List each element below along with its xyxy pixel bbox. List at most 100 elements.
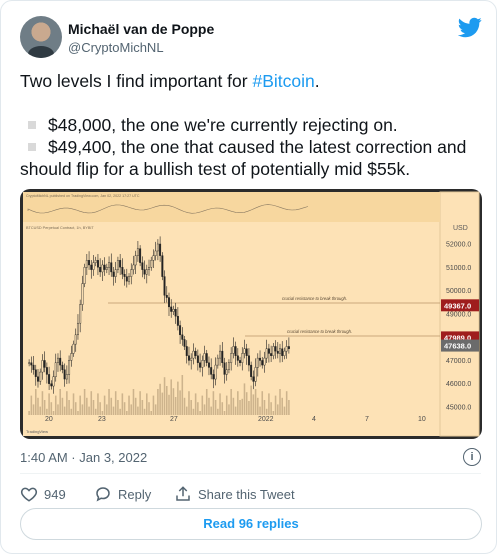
volume-bar	[28, 411, 30, 415]
volume-bar	[48, 393, 50, 415]
candle-body	[112, 271, 115, 277]
volume-bar	[157, 389, 159, 415]
volume-bar	[181, 375, 184, 415]
volume-bar	[34, 389, 37, 415]
volume-bar	[88, 406, 90, 415]
candle-body	[199, 362, 202, 368]
candle-body	[219, 350, 222, 359]
volume-bar	[203, 404, 206, 415]
volume-bar	[283, 406, 286, 415]
volume-bar	[217, 408, 219, 415]
chart-image[interactable]: CryptoMichNL published on TradingView.co…	[20, 189, 482, 439]
candle-body	[125, 276, 128, 282]
volume-bar	[41, 391, 44, 415]
candle-body	[132, 264, 135, 270]
volume-bar	[112, 406, 115, 415]
volume-bar	[63, 406, 66, 415]
candle-body	[265, 348, 268, 359]
x-tick-label: 2022	[258, 416, 274, 423]
volume-bar	[259, 406, 261, 415]
volume-bar	[72, 393, 75, 415]
candle-body	[230, 353, 233, 363]
volume-bar	[228, 404, 230, 415]
volume-bar	[212, 391, 215, 415]
candle-body	[187, 355, 190, 361]
like-button[interactable]: 949	[20, 485, 66, 503]
candle-body	[45, 367, 48, 375]
share-icon	[176, 486, 190, 501]
candle-body	[281, 348, 284, 356]
candle-body	[236, 355, 239, 361]
volume-bar	[221, 402, 224, 415]
candle-body	[185, 346, 188, 356]
author-handle[interactable]: @CryptoMichNL	[68, 40, 164, 55]
reply-button[interactable]: Reply	[94, 485, 151, 503]
volume-bar	[188, 391, 190, 415]
candle-body	[154, 250, 157, 256]
volume-bar	[117, 400, 119, 415]
volume-bar	[150, 411, 153, 415]
volume-bar	[285, 391, 288, 415]
volume-bar	[146, 393, 148, 415]
volume-bar	[134, 397, 137, 415]
candle-body	[210, 367, 213, 375]
candle-body	[287, 346, 290, 349]
candle-body	[81, 283, 84, 305]
tradingview-watermark: TradingView	[26, 429, 48, 434]
avatar[interactable]	[20, 16, 62, 58]
candle-body	[256, 357, 259, 368]
candle-body	[96, 260, 99, 268]
candle-body	[192, 350, 195, 359]
x-tick-label: 4	[312, 416, 316, 423]
volume-bar	[143, 408, 146, 415]
candle-body	[279, 348, 281, 354]
volume-bar	[103, 395, 106, 415]
volume-bar	[170, 379, 172, 415]
chart-header: CryptoMichNL published on TradingView.co…	[26, 194, 140, 198]
volume-bar	[263, 400, 266, 415]
volume-bar	[288, 400, 290, 415]
info-icon[interactable]: i	[463, 448, 481, 466]
author-name[interactable]: Michaël van de Poppe	[68, 21, 214, 37]
volume-bar	[272, 411, 275, 415]
candle-body	[143, 269, 146, 275]
tweet-intro: Two levels I find important for #Bitcoin…	[20, 70, 320, 92]
volume-bar	[79, 395, 81, 415]
twitter-bird-icon[interactable]	[458, 15, 482, 39]
candle-body	[223, 362, 226, 375]
y-tick-label: 51000.0	[446, 265, 471, 272]
candle-body	[165, 295, 168, 298]
hashtag-bitcoin[interactable]: #Bitcoin	[252, 71, 314, 91]
candle-body	[203, 353, 206, 361]
volume-bar	[126, 411, 128, 415]
tweet-timestamp[interactable]: 1:40 AM · Jan 3, 2022	[20, 450, 147, 465]
volume-bar	[208, 397, 210, 415]
volume-bar	[148, 402, 150, 415]
volume-bar	[234, 406, 237, 415]
candle-body	[221, 350, 224, 363]
candle-body	[54, 362, 57, 377]
read-replies-button[interactable]: Read 96 replies	[20, 508, 482, 540]
candle-body	[254, 367, 257, 382]
share-button[interactable]: Share this Tweet	[174, 485, 295, 503]
volume-bar	[201, 395, 204, 415]
candle-body	[245, 348, 248, 356]
candle-body	[214, 364, 217, 380]
candle-body	[76, 322, 79, 336]
candle-body	[99, 267, 102, 273]
volume-bar	[243, 383, 246, 415]
reply-label: Reply	[118, 486, 152, 502]
candle-body	[227, 362, 230, 370]
candle-body	[148, 267, 150, 270]
bullet-icon	[28, 121, 36, 129]
volume-bar	[74, 402, 77, 415]
candle-body	[34, 369, 37, 377]
candle-body	[205, 353, 208, 363]
tweet-bullet-2-line-1: $49,400, the one that caused the latest …	[48, 137, 467, 157]
candle-body	[272, 346, 275, 356]
candle-body	[101, 264, 104, 273]
candle-body	[179, 325, 182, 336]
volume-bar	[123, 402, 126, 415]
volume-bar	[128, 395, 130, 415]
candle-body	[136, 248, 139, 256]
